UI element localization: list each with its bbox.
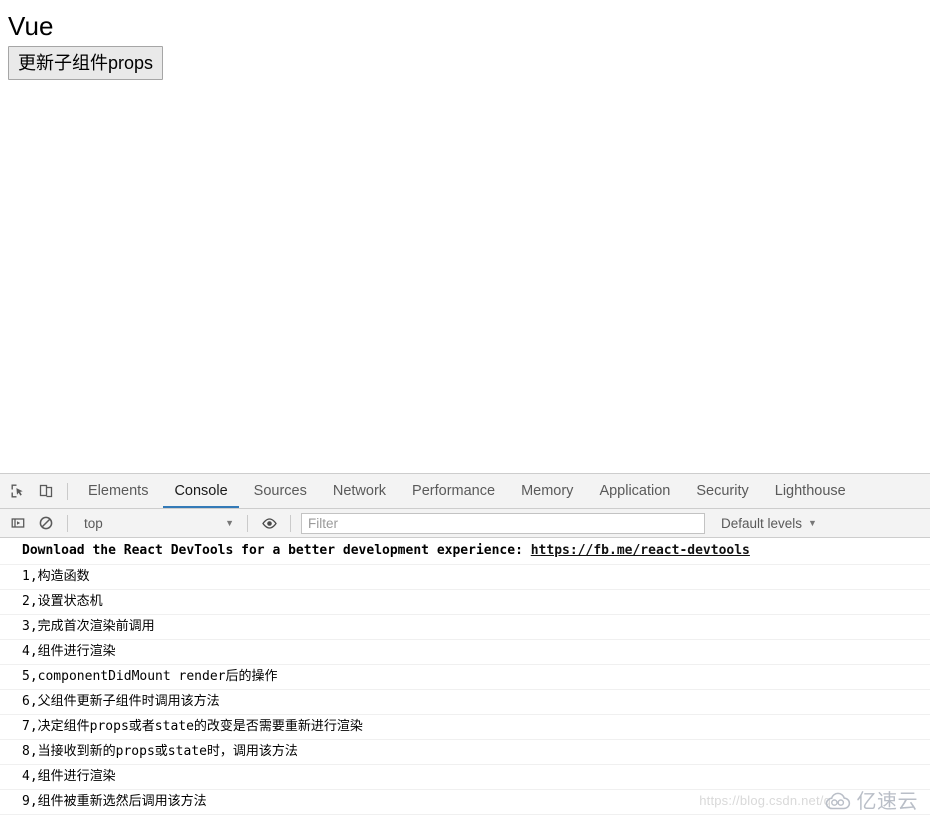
execution-context-icon[interactable] [4, 511, 32, 535]
console-message-text: Download the React DevTools for a better… [22, 543, 531, 558]
console-message-row: 4,组件进行渲染 [0, 765, 930, 790]
levels-label: Default levels [721, 515, 803, 531]
console-toolbar-divider-2 [247, 514, 248, 532]
console-message-row: 9,组件被重新选然后调用该方法 [0, 790, 930, 815]
console-message-text: 3,完成首次渲染前调用 [22, 619, 155, 634]
console-message-link[interactable]: https://fb.me/react-devtools [531, 543, 750, 558]
tab-console[interactable]: Console [161, 474, 240, 508]
tab-label: Memory [521, 483, 574, 499]
clear-console-icon[interactable] [32, 511, 60, 535]
context-value: top [84, 515, 103, 531]
tab-memory[interactable]: Memory [508, 474, 586, 508]
chevron-down-icon: ▼ [808, 517, 817, 528]
console-message-row: 8,当接收到新的props或state时，调用该方法 [0, 740, 930, 765]
console-message-text: 6,父组件更新子组件时调用该方法 [22, 694, 220, 709]
console-message-text: 4,组件进行渲染 [22, 644, 116, 659]
console-message-text: 1,构造函数 [22, 569, 90, 584]
page-title: Vue [8, 11, 54, 41]
tab-label: Performance [412, 483, 496, 499]
tab-label: Console [174, 483, 228, 499]
tab-lighthouse[interactable]: Lighthouse [762, 474, 859, 508]
tab-application[interactable]: Application [586, 474, 683, 508]
console-message-text: 4,组件进行渲染 [22, 769, 116, 784]
console-message-row: 6,父组件更新子组件时调用该方法 [0, 690, 930, 715]
console-message-row: 7,决定组件props或者state的改变是否需要重新进行渲染 [0, 715, 930, 740]
console-filter-input[interactable] [301, 512, 705, 534]
eye-icon[interactable] [255, 511, 283, 535]
devtools-panel: Elements Console Sources Network Perform… [0, 473, 930, 822]
console-message-text: 8,当接收到新的props或state时，调用该方法 [22, 744, 298, 759]
tab-network[interactable]: Network [320, 474, 399, 508]
console-message-row: 3,完成首次渲染前调用 [0, 615, 930, 640]
console-message-text: 7,决定组件props或者state的改变是否需要重新进行渲染 [22, 719, 363, 734]
web-page-viewport: Vue 更新子组件props [0, 0, 930, 473]
tab-security[interactable]: Security [683, 474, 761, 508]
tab-performance[interactable]: Performance [399, 474, 508, 508]
toolbar-divider [67, 482, 68, 500]
console-message-row: 4,组件进行渲染 [0, 640, 930, 665]
tab-label: Lighthouse [774, 483, 846, 499]
log-levels-select[interactable]: Default levels ▼ [715, 512, 823, 534]
console-message-row: Download the React DevTools for a better… [0, 538, 930, 565]
tab-label: Elements [88, 483, 149, 499]
execution-context-select[interactable]: top ▼ [75, 512, 240, 534]
update-child-props-button[interactable]: 更新子组件props [8, 46, 164, 80]
chevron-down-icon: ▼ [225, 517, 234, 528]
console-message-text: 2,设置状态机 [22, 594, 103, 609]
console-message-text: 9,组件被重新选然后调用该方法 [22, 794, 207, 809]
console-message-row: 5,componentDidMount render后的操作 [0, 665, 930, 690]
device-toolbar-icon[interactable] [32, 478, 60, 504]
console-message-row: 1,构造函数 [0, 565, 930, 590]
console-message-text: 5,componentDidMount render后的操作 [22, 669, 278, 684]
tab-sources[interactable]: Sources [241, 474, 320, 508]
console-message-row: 2,设置状态机 [0, 590, 930, 615]
inspect-element-icon[interactable] [4, 478, 32, 504]
tab-label: Network [332, 483, 387, 499]
console-toolbar-divider-3 [290, 514, 291, 532]
console-toolbar: top ▼ Default levels ▼ [0, 509, 930, 538]
tab-label: Security [696, 483, 749, 499]
tab-elements[interactable]: Elements [75, 474, 161, 508]
console-toolbar-divider [67, 514, 68, 532]
tab-label: Sources [253, 483, 307, 499]
devtools-tabbar: Elements Console Sources Network Perform… [0, 474, 930, 509]
console-message-list[interactable]: Download the React DevTools for a better… [0, 538, 930, 815]
tab-label: Application [599, 483, 671, 499]
